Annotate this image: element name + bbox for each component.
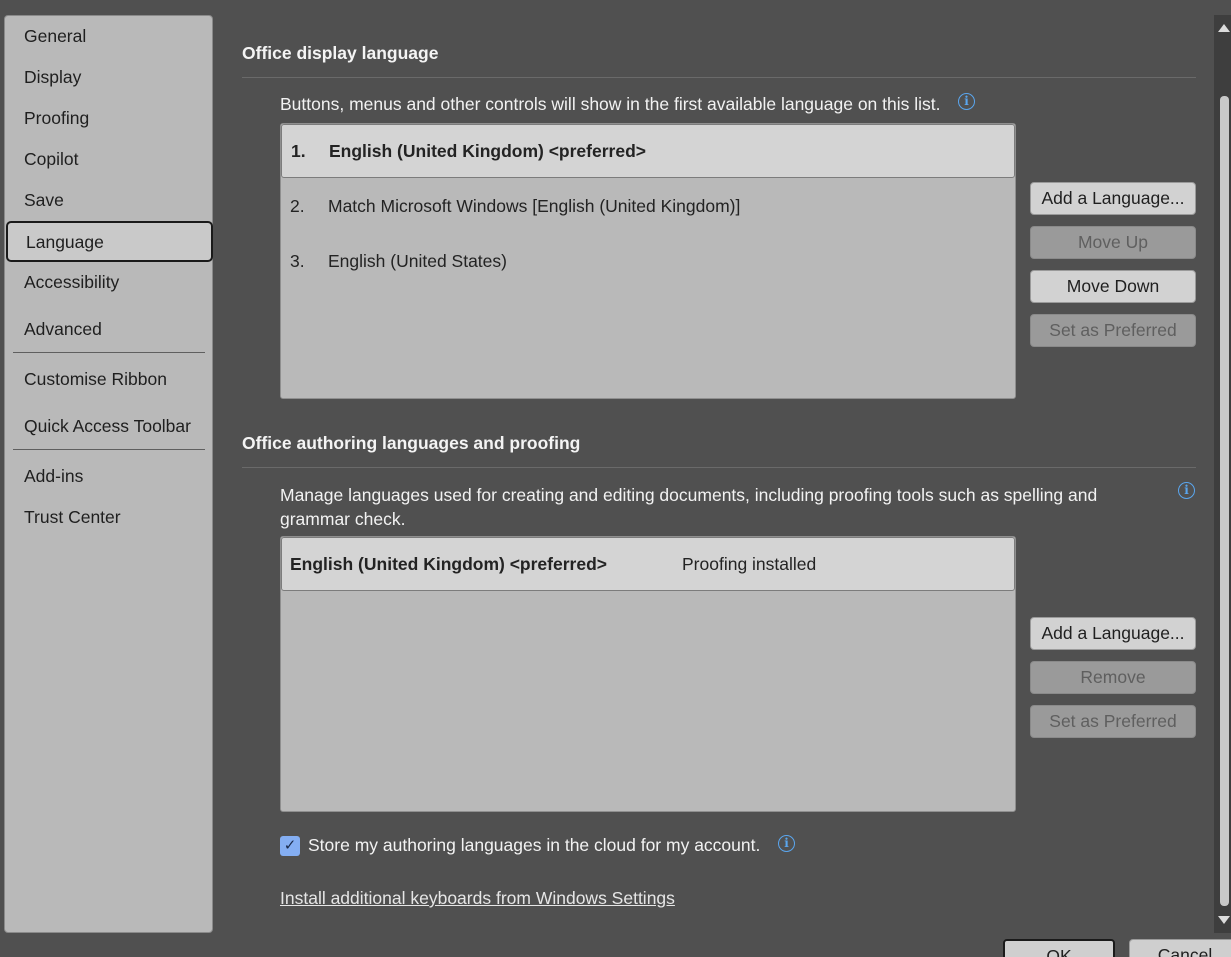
sidebar-item-advanced[interactable]: Advanced	[24, 319, 102, 340]
list-item[interactable]: 2. Match Microsoft Windows [English (Uni…	[281, 179, 1015, 234]
section-divider	[242, 77, 1196, 78]
display-language-list[interactable]: 1. English (United Kingdom) <preferred> …	[280, 123, 1016, 399]
checkmark-icon: ✓	[283, 837, 297, 854]
ok-button[interactable]: OK	[1003, 939, 1115, 957]
scroll-thumb[interactable]	[1220, 96, 1229, 906]
sidebar-item-language[interactable]: Language	[6, 221, 213, 262]
scroll-up-arrow-icon[interactable]	[1218, 24, 1230, 32]
store-in-cloud-label[interactable]: Store my authoring languages in the clou…	[308, 835, 760, 856]
sidebar-divider	[13, 352, 205, 353]
list-item-number: 3.	[290, 251, 305, 271]
authoring-languages-heading: Office authoring languages and proofing	[242, 433, 581, 453]
sidebar-divider	[13, 449, 205, 450]
store-in-cloud-checkbox[interactable]: ✓	[280, 836, 300, 856]
install-keyboards-link[interactable]: Install additional keyboards from Window…	[280, 888, 675, 909]
list-item[interactable]: English (United Kingdom) <preferred> Pro…	[281, 537, 1015, 591]
proofing-status: Proofing installed	[682, 554, 817, 574]
sidebar-item-display[interactable]: Display	[24, 67, 81, 88]
sidebar-item-quick-access-toolbar[interactable]: Quick Access Toolbar	[24, 416, 191, 437]
display-language-heading: Office display language	[242, 43, 439, 63]
sidebar-item-save[interactable]: Save	[24, 190, 64, 211]
sidebar-item-general[interactable]: General	[24, 26, 86, 47]
scroll-down-arrow-icon[interactable]	[1218, 916, 1230, 924]
list-item-label: English (United Kingdom) <preferred>	[290, 554, 607, 574]
set-authoring-preferred-button[interactable]: Set as Preferred	[1030, 705, 1196, 738]
move-down-button[interactable]: Move Down	[1030, 270, 1196, 303]
options-sidebar: General Display Proofing Copilot Save La…	[4, 15, 213, 933]
list-item-label: English (United States)	[328, 251, 507, 271]
sidebar-item-add-ins[interactable]: Add-ins	[24, 466, 83, 487]
list-item[interactable]: 3. English (United States)	[281, 234, 1015, 289]
list-item-label: English (United Kingdom) <preferred>	[329, 141, 646, 161]
authoring-language-list[interactable]: English (United Kingdom) <preferred> Pro…	[280, 536, 1016, 812]
sidebar-item-copilot[interactable]: Copilot	[24, 149, 78, 170]
set-display-preferred-button[interactable]: Set as Preferred	[1030, 314, 1196, 347]
display-language-description: Buttons, menus and other controls will s…	[280, 94, 941, 114]
list-item-number: 2.	[290, 196, 305, 216]
sidebar-item-proofing[interactable]: Proofing	[24, 108, 89, 129]
cancel-button[interactable]: Cancel	[1129, 939, 1231, 957]
section-divider	[242, 467, 1196, 468]
add-authoring-language-button[interactable]: Add a Language...	[1030, 617, 1196, 650]
sidebar-item-accessibility[interactable]: Accessibility	[24, 272, 119, 293]
remove-language-button[interactable]: Remove	[1030, 661, 1196, 694]
info-icon[interactable]: i	[778, 835, 795, 852]
sidebar-item-trust-center[interactable]: Trust Center	[24, 507, 121, 528]
info-icon[interactable]: i	[958, 93, 975, 110]
list-item-label: Match Microsoft Windows [English (United…	[328, 196, 741, 216]
move-up-button[interactable]: Move Up	[1030, 226, 1196, 259]
list-item[interactable]: 1. English (United Kingdom) <preferred>	[281, 124, 1015, 178]
list-item-number: 1.	[291, 141, 306, 161]
add-display-language-button[interactable]: Add a Language...	[1030, 182, 1196, 215]
info-icon[interactable]: i	[1178, 482, 1195, 499]
sidebar-item-customise-ribbon[interactable]: Customise Ribbon	[24, 369, 167, 390]
authoring-languages-description: Manage languages used for creating and e…	[280, 485, 1098, 529]
